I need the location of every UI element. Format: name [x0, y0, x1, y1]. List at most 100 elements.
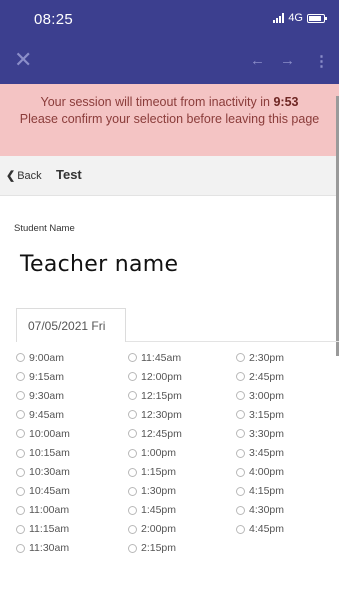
- back-label: Back: [17, 169, 42, 182]
- time-slot-option[interactable]: 9:15am: [16, 367, 70, 386]
- time-slot-option[interactable]: 9:45am: [16, 405, 70, 424]
- time-slot-option[interactable]: 12:45pm: [128, 424, 182, 443]
- page-title: Test: [56, 167, 82, 182]
- radio-circle-icon[interactable]: [236, 524, 245, 534]
- time-slot-option[interactable]: 10:30am: [16, 463, 70, 482]
- radio-circle-icon[interactable]: [236, 391, 245, 401]
- time-slot-option[interactable]: 12:30pm: [128, 405, 182, 424]
- time-slot-label: 10:45am: [29, 485, 70, 498]
- time-slot-label: 9:45am: [29, 408, 65, 421]
- radio-circle-icon[interactable]: [128, 448, 137, 458]
- radio-circle-icon[interactable]: [128, 372, 137, 382]
- time-slot-label: 2:30pm: [249, 351, 285, 364]
- radio-circle-icon[interactable]: [16, 505, 25, 515]
- forward-arrow-icon[interactable]: →: [280, 52, 295, 69]
- time-slot-option[interactable]: 4:00pm: [236, 463, 284, 482]
- time-slot-label: 4:00pm: [249, 466, 285, 479]
- radio-circle-icon[interactable]: [128, 391, 137, 401]
- time-slot-label: 12:30pm: [141, 408, 182, 421]
- radio-circle-icon[interactable]: [16, 486, 25, 496]
- time-slot-column-1: 9:00am 9:15am 9:30am 9:45am 10:00am 10:15am 10…: [16, 348, 70, 558]
- time-slot-option[interactable]: 10:15am: [16, 443, 70, 462]
- network-label: 4G: [288, 12, 303, 24]
- time-slot-option[interactable]: 10:00am: [16, 424, 70, 443]
- chevron-left-icon: ❮: [6, 170, 16, 182]
- radio-circle-icon[interactable]: [16, 410, 25, 420]
- time-slot-label: 9:00am: [29, 351, 65, 364]
- radio-circle-icon[interactable]: [128, 429, 137, 439]
- time-slot-label: 11:15am: [29, 523, 70, 536]
- time-slot-label: 1:00pm: [141, 447, 177, 460]
- time-slot-label: 9:15am: [29, 370, 65, 383]
- radio-circle-icon[interactable]: [236, 429, 245, 439]
- radio-circle-icon[interactable]: [16, 467, 25, 477]
- radio-circle-icon[interactable]: [236, 353, 245, 363]
- more-options-icon[interactable]: ⋮: [314, 52, 329, 70]
- time-slot-option[interactable]: 2:00pm: [128, 520, 182, 539]
- time-slot-label: 1:30pm: [141, 485, 177, 498]
- radio-circle-icon[interactable]: [128, 505, 137, 515]
- time-slot-option[interactable]: 12:15pm: [128, 386, 182, 405]
- close-icon[interactable]: ✕: [14, 49, 32, 71]
- time-slot-label: 12:45pm: [141, 427, 182, 440]
- radio-circle-icon[interactable]: [16, 372, 25, 382]
- time-slot-option[interactable]: 2:30pm: [236, 348, 284, 367]
- radio-circle-icon[interactable]: [128, 353, 137, 363]
- time-slot-label: 3:15pm: [249, 408, 285, 421]
- time-slot-option[interactable]: 3:00pm: [236, 386, 284, 405]
- radio-circle-icon[interactable]: [236, 467, 245, 477]
- time-slot-option[interactable]: 11:15am: [16, 520, 70, 539]
- time-slot-option[interactable]: 3:15pm: [236, 405, 284, 424]
- time-slot-label: 11:00am: [29, 504, 70, 517]
- radio-circle-icon[interactable]: [236, 372, 245, 382]
- time-slot-option[interactable]: 4:30pm: [236, 501, 284, 520]
- radio-circle-icon[interactable]: [16, 448, 25, 458]
- time-slot-option[interactable]: 4:15pm: [236, 482, 284, 501]
- time-slot-option[interactable]: 11:45am: [128, 348, 182, 367]
- battery-icon: [307, 13, 327, 23]
- time-slot-label: 11:30am: [29, 542, 70, 555]
- status-icons: 4G: [273, 12, 327, 24]
- time-slot-option[interactable]: 4:45pm: [236, 520, 284, 539]
- time-slot-label: 12:15pm: [141, 389, 182, 402]
- time-slot-column-2: 11:45am 12:00pm 12:15pm 12:30pm 12:45pm 1:00p…: [128, 348, 182, 558]
- time-slot-option[interactable]: 11:00am: [16, 501, 70, 520]
- radio-circle-icon[interactable]: [236, 410, 245, 420]
- radio-circle-icon[interactable]: [16, 353, 25, 363]
- status-bar: 08:25 4G: [0, 0, 339, 40]
- time-slot-label: 10:15am: [29, 447, 70, 460]
- time-slot-option[interactable]: 2:15pm: [128, 539, 182, 558]
- radio-circle-icon[interactable]: [16, 391, 25, 401]
- radio-circle-icon[interactable]: [128, 543, 137, 553]
- time-slot-option[interactable]: 9:30am: [16, 386, 70, 405]
- time-slot-option[interactable]: 2:45pm: [236, 367, 284, 386]
- tab-date[interactable]: 07/05/2021 Fri: [16, 308, 126, 342]
- time-slot-option[interactable]: 3:30pm: [236, 424, 284, 443]
- nav-bar: ❮ Back Test: [0, 156, 339, 196]
- time-slot-label: 3:30pm: [249, 427, 285, 440]
- radio-circle-icon[interactable]: [128, 524, 137, 534]
- radio-circle-icon[interactable]: [236, 486, 245, 496]
- time-slot-option[interactable]: 1:00pm: [128, 443, 182, 462]
- radio-circle-icon[interactable]: [16, 524, 25, 534]
- timeout-countdown: 9:53: [273, 95, 299, 109]
- radio-circle-icon[interactable]: [128, 486, 137, 496]
- time-slot-option[interactable]: 9:00am: [16, 348, 70, 367]
- back-arrow-icon[interactable]: ←: [250, 52, 265, 69]
- time-slot-option[interactable]: 12:00pm: [128, 367, 182, 386]
- radio-circle-icon[interactable]: [128, 410, 137, 420]
- time-slot-option[interactable]: 1:45pm: [128, 501, 182, 520]
- time-slot-option[interactable]: 1:30pm: [128, 482, 182, 501]
- time-slot-option[interactable]: 10:45am: [16, 482, 70, 501]
- radio-circle-icon[interactable]: [16, 429, 25, 439]
- time-slot-option[interactable]: 11:30am: [16, 539, 70, 558]
- radio-circle-icon[interactable]: [128, 467, 137, 477]
- time-slot-option[interactable]: 3:45pm: [236, 443, 284, 462]
- time-slot-label: 1:45pm: [141, 504, 177, 517]
- radio-circle-icon[interactable]: [16, 543, 25, 553]
- radio-circle-icon[interactable]: [236, 505, 245, 515]
- time-slot-option[interactable]: 1:15pm: [128, 463, 182, 482]
- back-button[interactable]: ❮ Back: [6, 169, 42, 183]
- radio-circle-icon[interactable]: [236, 448, 245, 458]
- timeout-message-2: Please confirm your selection before lea…: [19, 112, 320, 126]
